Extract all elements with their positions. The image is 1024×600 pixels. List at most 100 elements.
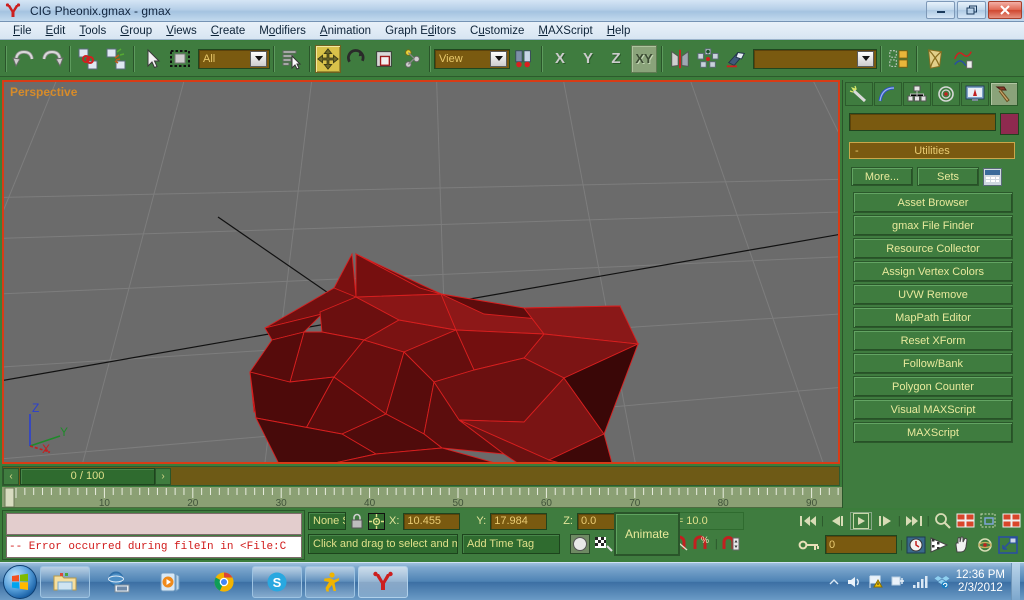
spinner-snap-icon[interactable]	[722, 534, 740, 554]
create-tab[interactable]	[845, 82, 873, 106]
taskbar-skype[interactable]: S	[252, 565, 302, 598]
asset-browser-button[interactable]: Asset Browser	[853, 192, 1013, 213]
utilities-rollout-header[interactable]: - Utilities	[849, 142, 1015, 159]
y-coord-field[interactable]: 17.984	[490, 512, 548, 530]
taskbar-chrome[interactable]	[199, 566, 249, 598]
windows-start-orb-icon[interactable]	[3, 564, 37, 599]
chevron-down-icon[interactable]	[490, 50, 507, 67]
menu-file[interactable]: File	[6, 24, 39, 38]
restrict-to-x-button[interactable]: X	[547, 45, 573, 73]
chevron-down-icon[interactable]	[250, 50, 267, 67]
speaker-icon[interactable]	[846, 575, 862, 589]
animate-toggle-button[interactable]: Animate	[614, 512, 680, 556]
zoom-extents-all-icon[interactable]	[1002, 512, 1022, 530]
menu-group[interactable]: Group	[113, 24, 159, 38]
align-tool-icon[interactable]	[723, 45, 749, 73]
taskbar-media-player[interactable]	[146, 566, 196, 598]
taskbar-clock[interactable]: 12:36 PM 2/3/2012	[956, 569, 1005, 595]
select-and-move-icon[interactable]	[315, 44, 341, 73]
show-desktop-button[interactable]	[1011, 563, 1020, 600]
display-tab[interactable]	[961, 82, 989, 106]
reset-xform-button[interactable]: Reset XForm	[853, 330, 1013, 351]
taskbar-explorer[interactable]	[40, 565, 90, 598]
reference-coordinate-dropdown[interactable]: View	[434, 48, 510, 69]
follow-bank-button[interactable]: Follow/Bank	[853, 353, 1013, 374]
menu-customize[interactable]: Customize	[463, 24, 531, 38]
time-slider[interactable]: ‹ 0 / 100 ›	[2, 466, 840, 486]
object-name-field[interactable]	[849, 113, 996, 131]
menu-help[interactable]: Help	[600, 24, 638, 38]
taskbar-internet-explorer[interactable]	[93, 566, 143, 598]
restrict-to-z-button[interactable]: Z	[603, 45, 629, 73]
polygon-counter-button[interactable]: Polygon Counter	[853, 376, 1013, 397]
menu-tools[interactable]: Tools	[72, 24, 113, 38]
percent-snap-icon[interactable]: %	[693, 534, 711, 554]
listener-input-pane[interactable]	[6, 513, 302, 535]
use-pivot-center-icon[interactable]	[399, 45, 425, 73]
menu-graph-editors[interactable]: Graph Editors	[378, 24, 463, 38]
unlink-selection-icon[interactable]	[103, 45, 129, 73]
restrict-to-y-button[interactable]: Y	[575, 45, 601, 73]
add-time-tag-button[interactable]: Add Time Tag	[462, 534, 560, 554]
hierarchy-tab[interactable]	[903, 82, 931, 106]
curve-editor-icon[interactable]	[922, 45, 948, 73]
schematic-view-icon[interactable]	[950, 45, 976, 73]
menu-views[interactable]: Views	[159, 24, 203, 38]
zoom-icon[interactable]	[933, 512, 953, 530]
taskbar-aim[interactable]	[305, 565, 355, 598]
selection-filter-dropdown[interactable]: All	[198, 48, 270, 69]
taskbar-gmax[interactable]	[358, 565, 408, 598]
maxscript-listener[interactable]: -- Error occurred during fileIn in <File…	[2, 510, 305, 560]
chevron-down-icon[interactable]	[857, 50, 874, 67]
pan-hand-icon[interactable]	[952, 535, 972, 554]
motion-tab[interactable]	[932, 82, 960, 106]
absolute-mode-icon[interactable]	[368, 512, 385, 530]
time-configuration-icon[interactable]	[906, 536, 926, 554]
go-to-end-icon[interactable]	[904, 513, 924, 529]
padlock-icon[interactable]	[350, 513, 364, 529]
perspective-viewport[interactable]: Perspective Z Y X	[2, 80, 840, 464]
go-to-start-icon[interactable]	[798, 513, 818, 529]
minimize-button[interactable]	[926, 1, 955, 19]
resource-collector-button[interactable]: Resource Collector	[853, 238, 1013, 259]
rectangular-selection-region-icon[interactable]	[167, 45, 193, 73]
network-plug-icon[interactable]	[890, 575, 906, 589]
zoom-all-viewports-icon[interactable]	[956, 512, 976, 530]
maximize-viewport-toggle-icon[interactable]	[998, 535, 1018, 554]
menu-maxscript[interactable]: MAXScript	[531, 24, 599, 38]
listener-output-pane[interactable]: -- Error occurred during fileIn in <File…	[6, 536, 302, 558]
mirror-icon[interactable]	[667, 45, 693, 73]
named-selection-sets-dropdown[interactable]	[753, 48, 877, 69]
uvw-remove-button[interactable]: UVW Remove	[853, 284, 1013, 305]
select-and-link-icon[interactable]	[75, 45, 101, 73]
shade-selected-faces-icon[interactable]	[570, 534, 590, 554]
chevron-up-icon[interactable]	[828, 576, 840, 588]
menu-edit[interactable]: Edit	[39, 24, 73, 38]
signal-bars-icon[interactable]	[912, 575, 928, 589]
configure-sets-icon[interactable]	[983, 167, 1002, 186]
previous-frame-button[interactable]: ‹	[3, 467, 19, 485]
current-frame-field[interactable]: 0	[825, 535, 897, 554]
previous-frame-icon[interactable]	[827, 513, 847, 529]
restore-button[interactable]	[957, 1, 986, 19]
align-center-icon[interactable]	[511, 45, 537, 73]
restrict-to-plane-button[interactable]: XY	[631, 44, 657, 73]
modify-tab[interactable]	[874, 82, 902, 106]
array-icon[interactable]	[695, 45, 721, 73]
select-and-scale-icon[interactable]	[371, 45, 397, 73]
flag-warning-icon[interactable]	[868, 575, 884, 589]
menu-animation[interactable]: Animation	[313, 24, 378, 38]
undo-icon[interactable]	[11, 45, 37, 73]
layer-manager-icon[interactable]	[886, 45, 912, 73]
utilities-tab[interactable]	[990, 82, 1018, 106]
dropbox-sync-icon[interactable]	[934, 575, 950, 589]
gmax-file-finder-button[interactable]: gmax File Finder	[853, 215, 1013, 236]
mappath-editor-button[interactable]: MapPath Editor	[853, 307, 1013, 328]
next-frame-icon[interactable]	[875, 513, 895, 529]
arc-rotate-icon[interactable]	[975, 536, 995, 554]
adaptive-degradation-icon[interactable]	[594, 534, 614, 554]
close-button[interactable]	[988, 1, 1022, 19]
x-coord-field[interactable]: 10.455	[403, 512, 461, 530]
zoom-extents-icon[interactable]	[979, 512, 999, 530]
select-object-icon[interactable]	[139, 45, 165, 73]
